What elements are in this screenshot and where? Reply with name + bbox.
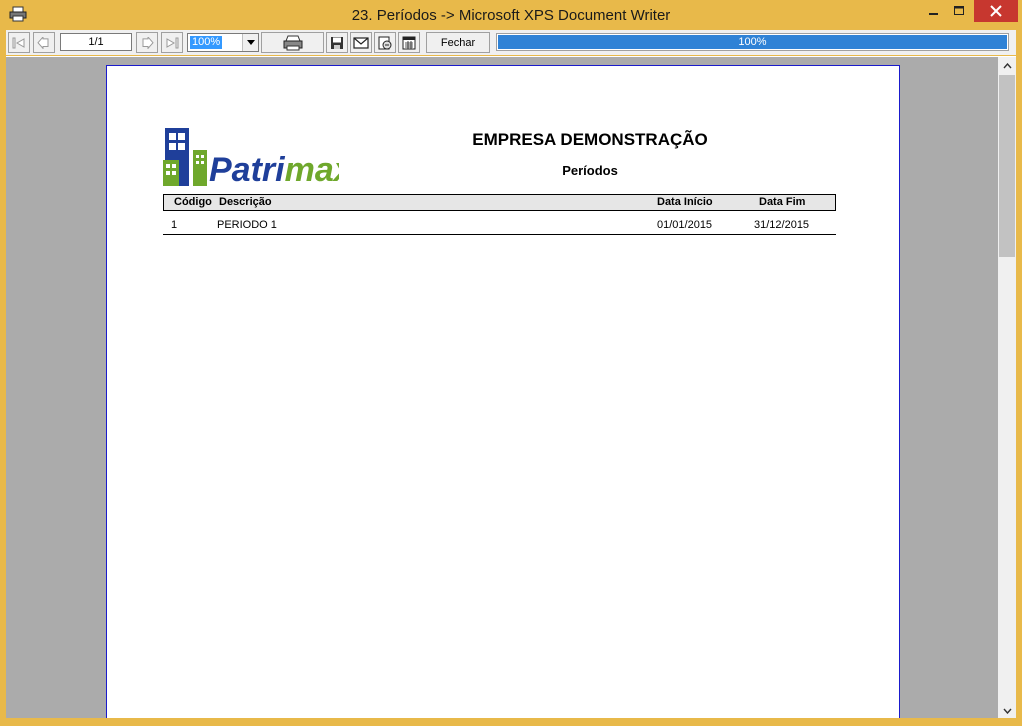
save-icon xyxy=(331,36,343,49)
prev-page-button[interactable] xyxy=(33,32,55,53)
cell-code: 1 xyxy=(171,219,178,231)
cell-description: PERIODO 1 xyxy=(217,219,277,231)
maximize-icon xyxy=(953,6,964,15)
last-page-button[interactable] xyxy=(161,32,183,53)
save-button[interactable] xyxy=(326,32,348,53)
first-page-button[interactable] xyxy=(8,32,30,53)
export-icon xyxy=(378,36,392,49)
title-bar[interactable]: 23. Períodos -> Microsoft XPS Document W… xyxy=(0,0,1022,30)
report-preview-window: 23. Períodos -> Microsoft XPS Document W… xyxy=(0,0,1022,726)
preview-area[interactable]: Patrimax EMPRESA DEMONSTRAÇÃO Períodos C… xyxy=(6,56,1016,718)
minimize-icon xyxy=(929,13,938,15)
email-button[interactable] xyxy=(350,32,372,53)
logo-text-max: max xyxy=(285,151,339,189)
email-icon xyxy=(353,36,369,49)
maximize-button[interactable] xyxy=(946,0,972,22)
first-page-icon xyxy=(12,37,25,48)
zoom-dropdown-button[interactable] xyxy=(242,34,258,51)
column-header-start-date: Data Início xyxy=(657,196,713,208)
page-setup-icon xyxy=(402,36,416,49)
export-button[interactable] xyxy=(374,32,396,53)
column-header-description: Descrição xyxy=(219,196,272,208)
zoom-value: 100% xyxy=(190,36,223,49)
progress-label: 100% xyxy=(738,36,767,48)
column-header-end-date: Data Fim xyxy=(759,196,806,208)
scroll-down-button[interactable] xyxy=(998,702,1016,718)
close-window-button[interactable] xyxy=(974,0,1018,22)
window-title: 23. Períodos -> Microsoft XPS Document W… xyxy=(351,7,671,24)
print-button[interactable] xyxy=(261,32,324,53)
page-setup-button[interactable] xyxy=(398,32,420,53)
progress-bar: 100% xyxy=(496,33,1009,51)
close-preview-button[interactable]: Fechar xyxy=(426,32,490,53)
page-number-field[interactable]: 1/1 xyxy=(60,33,132,51)
print-icon xyxy=(283,35,302,50)
report-title: Períodos xyxy=(562,163,618,178)
scroll-up-button[interactable] xyxy=(998,57,1016,74)
patrimax-logo: Patrimax xyxy=(163,128,339,189)
last-page-icon xyxy=(166,37,179,48)
chevron-down-icon xyxy=(246,40,255,45)
zoom-select[interactable]: 100% xyxy=(187,33,259,52)
chevron-up-icon xyxy=(1002,62,1012,68)
cell-start-date: 01/01/2015 xyxy=(657,219,713,231)
svg-text:Patrimax: Patrimax xyxy=(209,151,339,189)
chevron-down-icon xyxy=(1002,708,1012,714)
minimize-button[interactable] xyxy=(920,0,948,22)
next-page-icon xyxy=(142,36,154,49)
prev-page-icon xyxy=(37,36,49,49)
cell-end-date: 31/12/2015 xyxy=(754,219,810,231)
scroll-thumb[interactable] xyxy=(999,75,1015,257)
next-page-button[interactable] xyxy=(136,32,158,53)
company-name: EMPRESA DEMONSTRAÇÃO xyxy=(472,130,708,149)
close-icon xyxy=(990,5,1002,17)
preview-toolbar: 1/1 100% Fechar 100% xyxy=(6,30,1016,55)
table-header: Código Descrição Data Início Data Fim xyxy=(163,194,836,211)
column-header-code: Código xyxy=(174,196,212,208)
report-page: Patrimax EMPRESA DEMONSTRAÇÃO Períodos C… xyxy=(106,65,900,718)
table-row: 1 PERIODO 1 01/01/2015 31/12/2015 xyxy=(163,218,836,235)
logo-text-patri: Patri xyxy=(209,151,286,189)
vertical-scrollbar[interactable] xyxy=(998,57,1016,718)
